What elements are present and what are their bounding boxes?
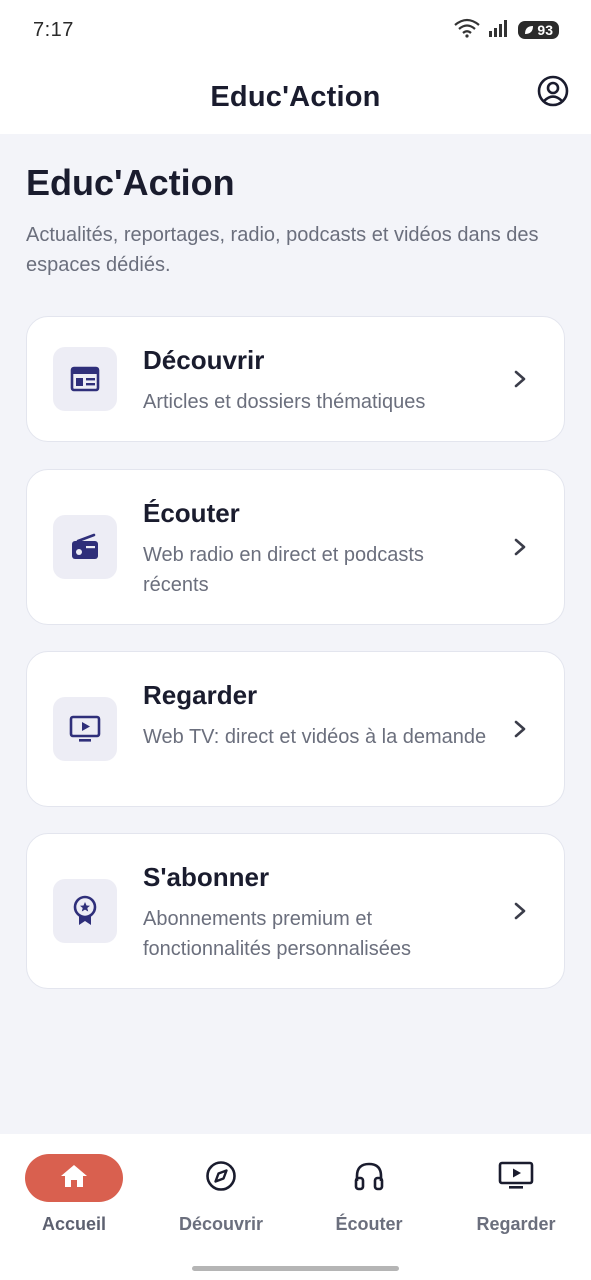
card-ecouter[interactable]: Écouter Web radio en direct et podcasts … <box>26 469 565 625</box>
nav-label: Accueil <box>41 1214 107 1234</box>
card-description: Articles et dossiers thématiques <box>143 391 426 413</box>
card-description: Abonnements premium et fonctionnalités p… <box>143 908 411 960</box>
status-time: 7:17 <box>33 18 74 41</box>
radio-icon <box>53 515 117 579</box>
award-badge-icon <box>53 879 117 943</box>
card-title: Écouter <box>143 498 240 528</box>
signal-icon <box>488 18 510 43</box>
bottom-nav: Accueil Découvrir Écouter Regarder <box>0 1134 591 1280</box>
card-decouvrir[interactable]: Découvrir Articles et dossiers thématiqu… <box>26 316 565 442</box>
nav-label: Écouter <box>335 1214 403 1234</box>
home-indicator[interactable] <box>192 1266 399 1271</box>
nav-icon-wrap <box>320 1154 418 1202</box>
nav-item-decouvrir[interactable]: Découvrir <box>151 1134 291 1244</box>
account-button[interactable] <box>535 75 571 111</box>
battery-level: 93 <box>537 22 553 38</box>
chevron-right-icon <box>510 719 530 739</box>
card-title: Regarder <box>143 680 258 710</box>
account-icon <box>537 75 569 112</box>
status-icons: 93 <box>454 18 559 43</box>
nav-label: Découvrir <box>178 1214 264 1234</box>
page-title: Educ'Action <box>26 162 235 203</box>
wifi-icon <box>454 18 481 43</box>
compass-icon <box>205 1160 237 1197</box>
card-description: Web TV: direct et vidéos à la demande <box>143 726 487 748</box>
battery-indicator: 93 <box>518 21 559 39</box>
card-description: Web radio en direct et podcasts récents <box>143 544 424 596</box>
app-title: Educ'Action <box>210 80 381 113</box>
card-title: S'abonner <box>143 862 270 892</box>
card-sabonner[interactable]: S'abonner Abonnements premium et fonctio… <box>26 833 565 989</box>
status-bar: 7:17 93 <box>0 0 591 60</box>
nav-icon-wrap <box>172 1154 270 1202</box>
nav-item-accueil[interactable]: Accueil <box>4 1134 144 1244</box>
page-subtitle: Actualités, reportages, radio, podcasts … <box>26 224 539 276</box>
nav-icon-wrap <box>467 1154 565 1202</box>
tv-play-icon <box>53 697 117 761</box>
nav-active-indicator <box>25 1154 123 1202</box>
chevron-right-icon <box>510 369 530 389</box>
newspaper-icon <box>53 347 117 411</box>
tv-play-icon <box>498 1161 534 1196</box>
card-regarder[interactable]: Regarder Web TV: direct et vidéos à la d… <box>26 651 565 807</box>
app-header: Educ'Action <box>0 60 591 134</box>
card-title: Découvrir <box>143 345 265 375</box>
nav-item-ecouter[interactable]: Écouter <box>299 1134 439 1244</box>
nav-item-regarder[interactable]: Regarder <box>446 1134 586 1244</box>
headphones-icon <box>353 1161 385 1196</box>
battery-saver-icon <box>524 22 534 38</box>
chevron-right-icon <box>510 901 530 921</box>
chevron-right-icon <box>510 537 530 557</box>
main-content: Educ'Action Actualités, reportages, radi… <box>0 134 591 1134</box>
home-icon <box>59 1163 89 1194</box>
nav-label: Regarder <box>476 1214 556 1234</box>
